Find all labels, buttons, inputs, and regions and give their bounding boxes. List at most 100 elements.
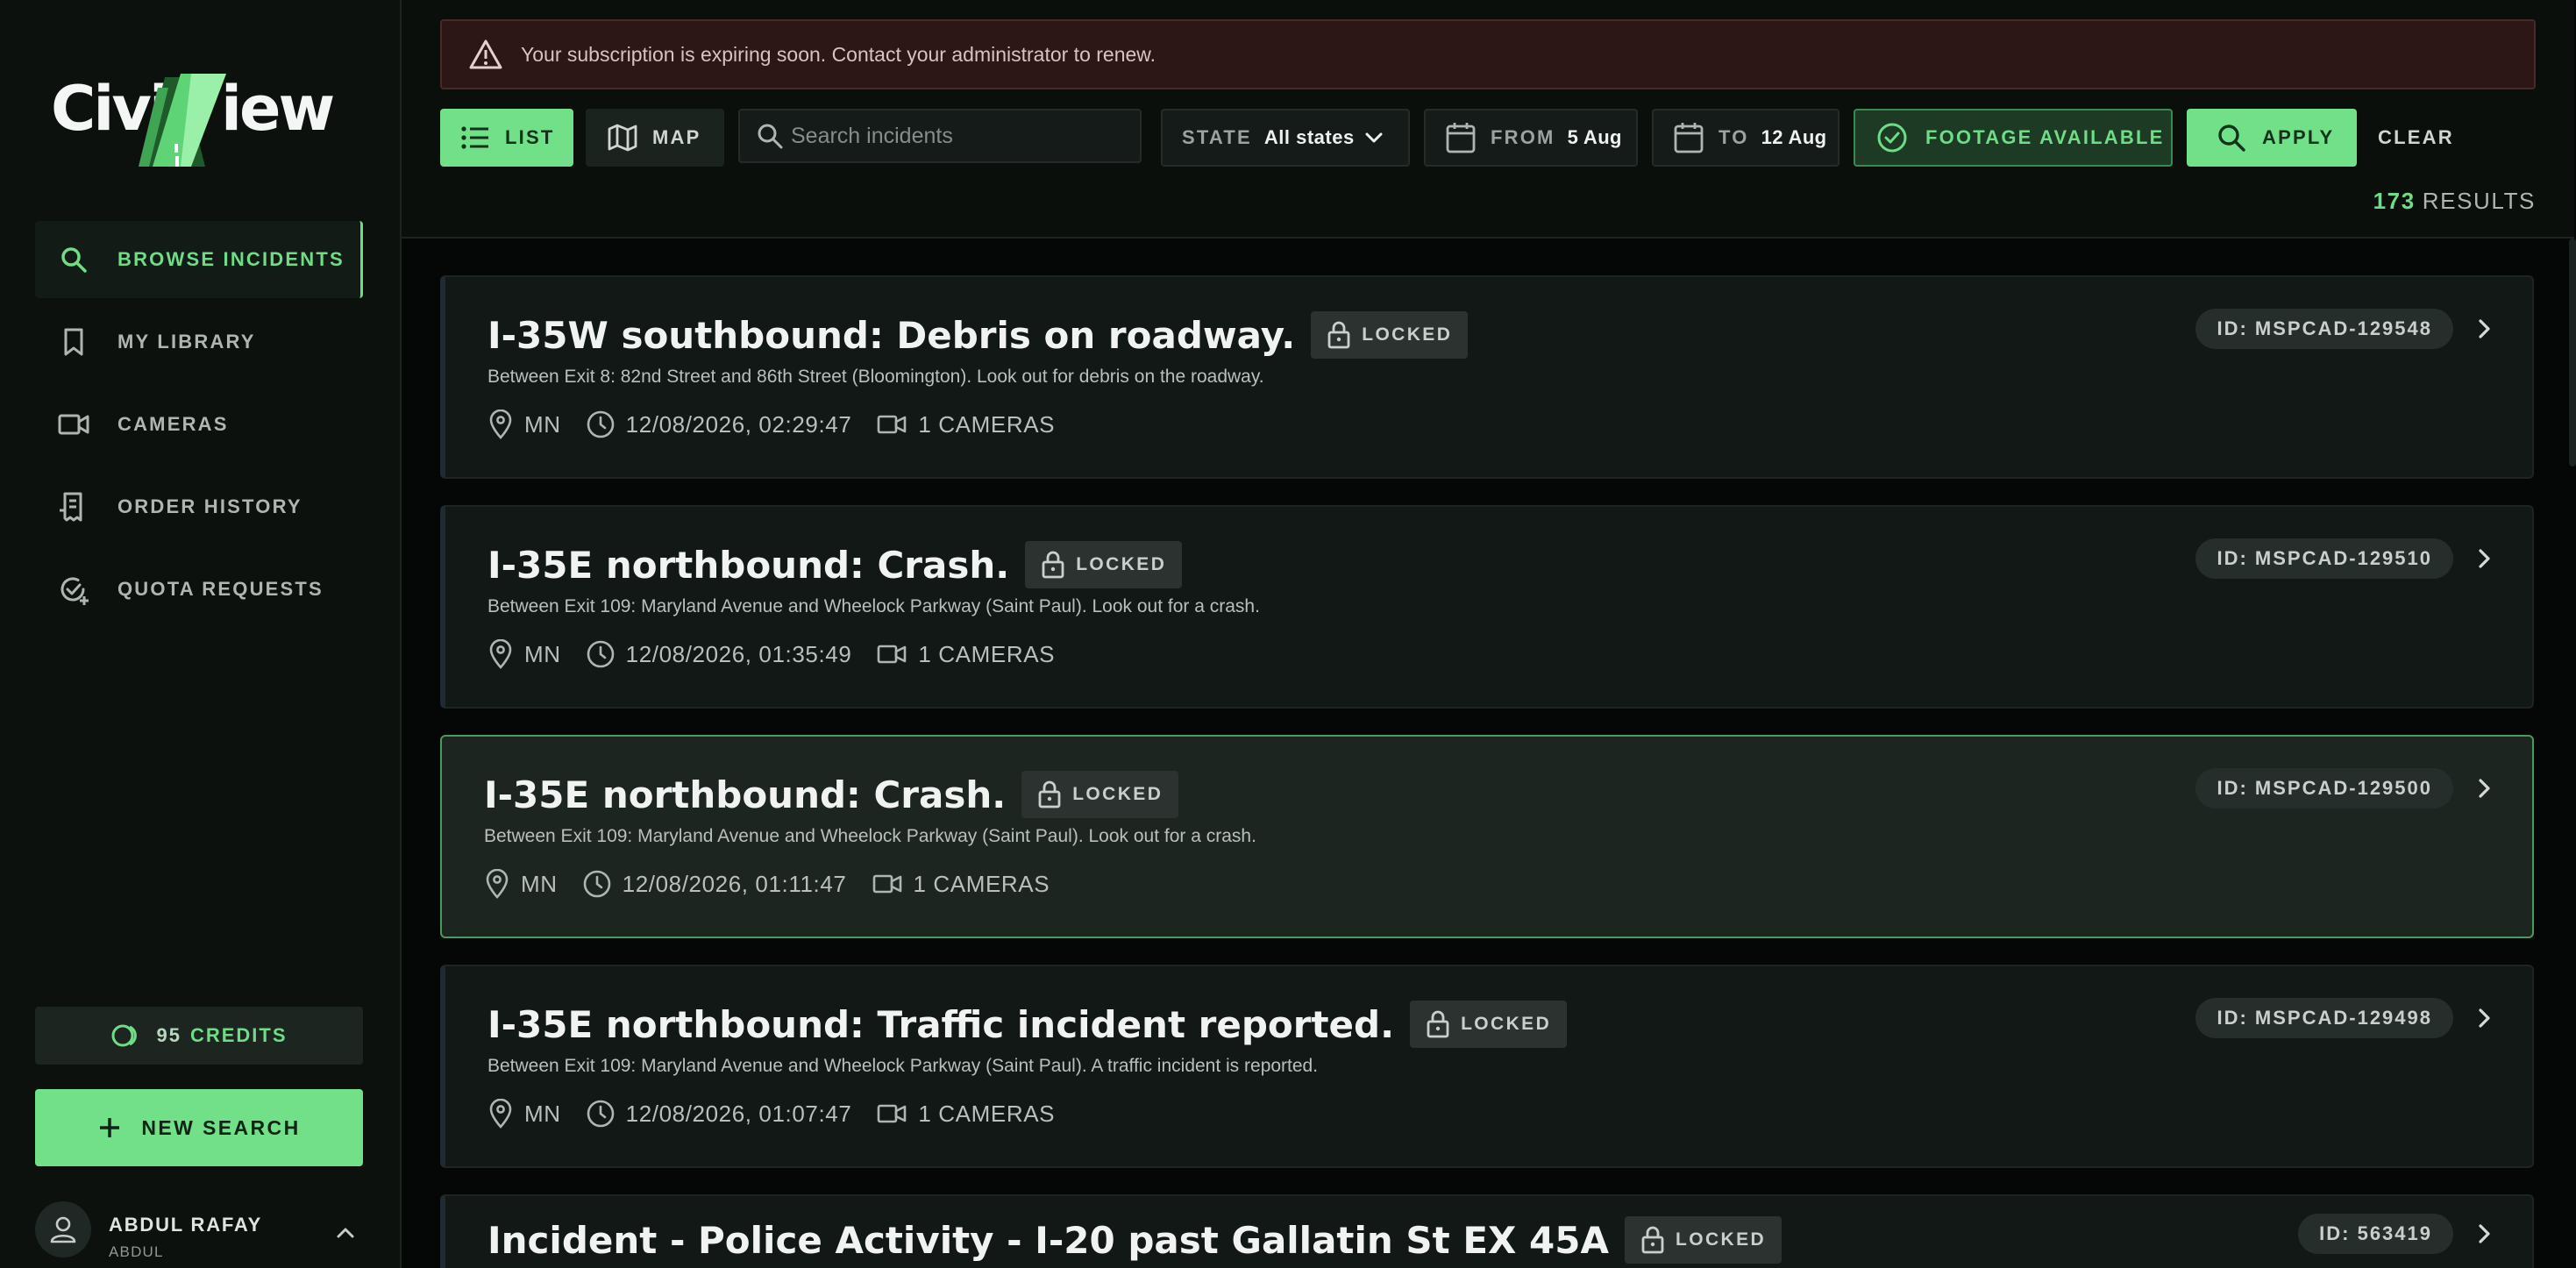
footage-available-toggle[interactable]: FOOTAGE AVAILABLE bbox=[1854, 109, 2173, 167]
new-search-button[interactable]: NEW SEARCH bbox=[35, 1089, 363, 1166]
from-date-picker[interactable]: FROM 5 Aug bbox=[1424, 109, 1638, 167]
video-camera-icon bbox=[872, 874, 901, 894]
subscription-alert: Your subscription is expiring soon. Cont… bbox=[440, 19, 2536, 89]
incident-datetime: 12/08/2026, 01:11:47 bbox=[622, 870, 847, 897]
brand-logo[interactable]: Civic iew bbox=[51, 70, 349, 175]
credits-label: CREDITS bbox=[189, 1024, 288, 1046]
main-content: Your subscription is expiring soon. Cont… bbox=[402, 0, 2576, 1268]
incident-title: I-35E northbound: Crash. bbox=[484, 773, 1007, 816]
sidebar-item-quota-requests[interactable]: QUOTA REQUESTS bbox=[35, 551, 363, 628]
location-pin-icon bbox=[486, 869, 509, 899]
filter-header: Your subscription is expiring soon. Cont… bbox=[402, 0, 2574, 239]
user-profile[interactable]: ABDUL RAFAY ABDUL bbox=[35, 1201, 363, 1268]
incident-id-badge: ID: 563419 bbox=[2298, 1214, 2453, 1254]
sidebar-item-label: CAMERAS bbox=[117, 413, 229, 435]
incident-id-badge: ID: MSPCAD-129498 bbox=[2195, 998, 2453, 1038]
location-pin-icon bbox=[489, 410, 512, 439]
results-number: 173 bbox=[2373, 188, 2416, 214]
apply-button[interactable]: APPLY bbox=[2187, 109, 2357, 167]
search-icon bbox=[61, 247, 87, 273]
incident-search bbox=[738, 109, 1142, 163]
scrollbar[interactable] bbox=[2569, 239, 2576, 467]
to-date-picker[interactable]: TO 12 Aug bbox=[1652, 109, 1839, 167]
sidebar-item-order-history[interactable]: ORDER HISTORY bbox=[35, 468, 363, 545]
chevron-up-icon[interactable] bbox=[333, 1221, 358, 1245]
sidebar-item-browse-incidents[interactable]: BROWSE INCIDENTS bbox=[35, 221, 363, 298]
to-date-label: TO bbox=[1719, 126, 1749, 148]
locked-label: LOCKED bbox=[1676, 1229, 1767, 1250]
incident-meta: MN 12/08/2026, 02:29:47 1 CAMERAS bbox=[487, 405, 1079, 444]
lock-icon bbox=[1641, 1226, 1664, 1254]
incident-state: MN bbox=[524, 640, 561, 667]
incident-card[interactable]: I-35E northbound: Crash. LOCKED Between … bbox=[440, 735, 2534, 938]
incident-state: MN bbox=[524, 1100, 561, 1127]
from-date-label: FROM bbox=[1491, 126, 1555, 148]
lock-icon bbox=[1042, 551, 1064, 579]
new-search-label: NEW SEARCH bbox=[141, 1115, 301, 1139]
chevron-down-icon bbox=[1365, 132, 1383, 143]
search-icon bbox=[2218, 125, 2245, 152]
incident-card[interactable]: Incident - Police Activity - I-20 past G… bbox=[440, 1194, 2534, 1268]
sidebar-item-cameras[interactable]: CAMERAS bbox=[35, 386, 363, 463]
location-pin-icon bbox=[489, 639, 512, 669]
lock-icon bbox=[1427, 1010, 1449, 1038]
locked-label: LOCKED bbox=[1072, 784, 1163, 804]
locked-badge: LOCKED bbox=[1625, 1216, 1783, 1264]
locked-label: LOCKED bbox=[1076, 554, 1167, 574]
receipt-icon bbox=[60, 492, 82, 522]
state-select[interactable]: STATE All states bbox=[1161, 109, 1410, 167]
incident-header: Incident - Police Activity - I-20 past G… bbox=[487, 1214, 1783, 1266]
results-count: 173 RESULTS bbox=[2373, 188, 2536, 215]
map-view-button[interactable]: MAP bbox=[586, 109, 724, 167]
locked-badge: LOCKED bbox=[1311, 311, 1469, 359]
lock-icon bbox=[1327, 321, 1350, 349]
incident-header: I-35E northbound: Traffic incident repor… bbox=[487, 998, 1568, 1051]
chevron-right-icon[interactable] bbox=[2471, 1221, 2497, 1247]
list-view-label: LIST bbox=[505, 126, 555, 148]
incident-description: Between Exit 109: Maryland Avenue and Wh… bbox=[487, 596, 1260, 616]
user-name: ABDUL RAFAY bbox=[109, 1214, 263, 1236]
list-view-button[interactable]: LIST bbox=[440, 109, 573, 167]
search-icon bbox=[758, 124, 783, 149]
incident-state: MN bbox=[524, 410, 561, 438]
incident-title: I-35E northbound: Crash. bbox=[487, 543, 1010, 587]
locked-badge: LOCKED bbox=[1410, 1001, 1568, 1048]
warning-icon bbox=[469, 39, 502, 69]
user-icon bbox=[50, 1216, 76, 1243]
calendar-icon bbox=[1446, 123, 1476, 153]
chevron-right-icon[interactable] bbox=[2471, 316, 2497, 342]
incident-state: MN bbox=[521, 870, 558, 897]
video-camera-icon bbox=[878, 1104, 907, 1123]
chevron-right-icon[interactable] bbox=[2471, 775, 2497, 801]
state-select-label: STATE bbox=[1182, 126, 1252, 148]
video-camera-icon bbox=[58, 414, 89, 435]
avatar bbox=[35, 1201, 91, 1257]
incident-datetime: 12/08/2026, 01:35:49 bbox=[625, 640, 852, 667]
incident-meta: MN 12/08/2026, 01:11:47 1 CAMERAS bbox=[484, 865, 1074, 903]
incident-description: Between Exit 109: Maryland Avenue and Wh… bbox=[487, 1056, 1319, 1076]
sidebar-item-label: ORDER HISTORY bbox=[117, 495, 302, 517]
video-camera-icon bbox=[878, 415, 907, 434]
incident-datetime: 12/08/2026, 02:29:47 bbox=[625, 410, 852, 438]
search-input[interactable] bbox=[791, 123, 1124, 149]
location-pin-icon bbox=[489, 1099, 512, 1129]
sidebar-item-my-library[interactable]: MY LIBRARY bbox=[35, 303, 363, 381]
incident-camera-count: 1 CAMERAS bbox=[918, 640, 1056, 667]
clock-icon bbox=[587, 640, 614, 668]
chevron-right-icon[interactable] bbox=[2471, 1005, 2497, 1031]
lock-icon bbox=[1038, 780, 1061, 809]
video-camera-icon bbox=[878, 645, 907, 664]
filter-toolbar: LIST MAP Search incidents STATE All stat… bbox=[440, 109, 2544, 168]
clock-icon bbox=[583, 870, 610, 898]
incident-description: Between Exit 109: Maryland Avenue and Wh… bbox=[484, 826, 1256, 846]
results-label: RESULTS bbox=[2422, 188, 2536, 214]
incident-card[interactable]: I-35E northbound: Crash. LOCKED Between … bbox=[440, 505, 2534, 709]
chevron-right-icon[interactable] bbox=[2471, 545, 2497, 572]
incident-id-badge: ID: MSPCAD-129510 bbox=[2195, 538, 2453, 579]
incident-title: I-35E northbound: Traffic incident repor… bbox=[487, 1002, 1395, 1046]
user-username: ABDUL bbox=[109, 1243, 164, 1260]
incident-camera-count: 1 CAMERAS bbox=[913, 870, 1050, 897]
incident-card[interactable]: I-35W southbound: Debris on roadway. LOC… bbox=[440, 275, 2534, 479]
incident-card[interactable]: I-35E northbound: Traffic incident repor… bbox=[440, 965, 2534, 1168]
clear-button[interactable]: CLEAR bbox=[2378, 109, 2474, 167]
